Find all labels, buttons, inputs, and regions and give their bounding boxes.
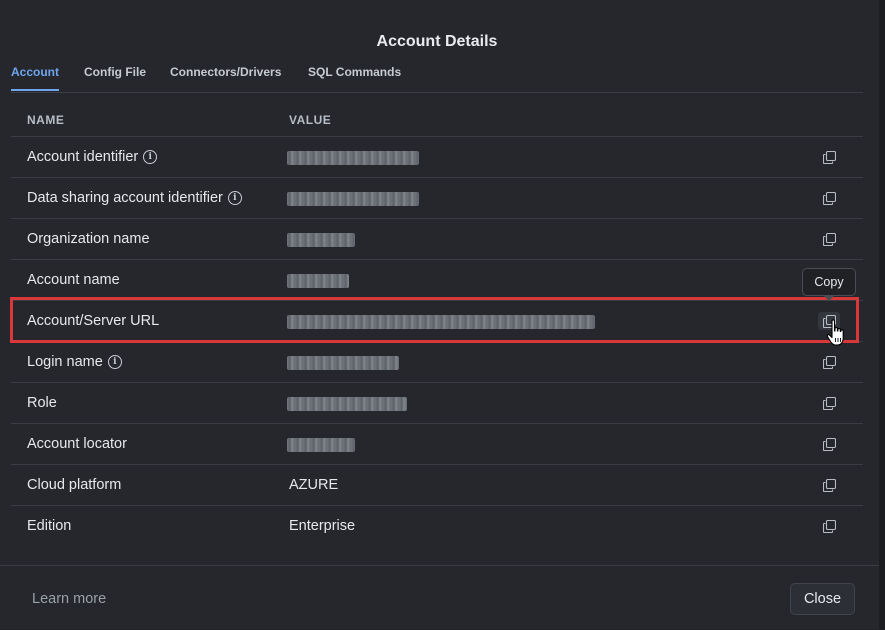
row-name-label: Account/Server URL [27,313,160,329]
copy-icon [822,437,836,451]
row-name-cell: Account locator [27,436,127,452]
table-body: Account identifier i Data sharing account … [11,137,863,546]
row-name-label: Account locator [27,436,127,452]
info-icon[interactable]: i [227,191,242,205]
copy-button[interactable] [818,394,840,412]
copy-button[interactable] [818,189,840,207]
redacted-value [287,192,419,206]
table-row: Account locator [11,424,863,465]
table-row: Edition Enterprise [11,506,863,546]
dialog-footer: Learn more Close [0,565,879,630]
copy-icon [822,478,836,492]
redacted-value [287,315,595,329]
account-details-table: NAME VALUE Account identifier i Data shari… [11,108,863,546]
redacted-value [287,151,419,165]
copy-button[interactable] [818,435,840,453]
table-row: Role [11,383,863,424]
row-name-cell: Data sharing account identifier i [27,190,242,206]
copy-button[interactable] [818,148,840,166]
row-value-cell: Enterprise [289,518,356,534]
row-name-cell: Cloud platform [27,477,121,493]
tab-account[interactable]: Account [11,65,59,91]
copy-button[interactable] [818,353,840,371]
table-row: Data sharing account identifier i [11,178,863,219]
copy-button[interactable] [818,517,840,535]
row-name-label: Account identifier [27,149,139,165]
table-header: NAME VALUE [11,108,863,137]
row-name-cell: Account identifier i [27,149,158,165]
copy-icon [822,396,836,410]
table-row: Account/Server URL [11,301,863,342]
row-name-label: Cloud platform [27,477,122,493]
tab-connectors-drivers[interactable]: Connectors/Drivers [170,65,281,89]
row-value-cell: AZURE [289,477,339,493]
account-details-dialog: Account Details Account Config File Conn… [0,0,879,629]
tab-config-file[interactable]: Config File [84,65,146,89]
close-button[interactable]: Close [790,583,855,615]
column-header-name: NAME [27,113,65,127]
table-row: Account name [11,260,863,301]
copy-icon [822,232,836,246]
row-name-cell: Login name i [27,354,122,370]
tab-bar: Account Config File Connectors/Drivers S… [11,63,863,93]
redacted-value [287,356,399,370]
row-name-cell: Role [27,395,57,411]
dialog-title: Account Details [376,33,498,50]
redacted-value [287,233,355,247]
row-name-label: Login name [27,354,103,370]
table-row: Organization name [11,219,863,260]
copy-icon [822,150,836,164]
table-row: Account identifier i [11,137,863,178]
row-name-cell: Account name [27,272,120,288]
copy-tooltip: Copy [802,268,856,296]
redacted-value [287,274,349,288]
row-name-cell: Edition [27,518,71,534]
row-name-label: Role [27,395,57,411]
table-row: Cloud platform AZURE [11,465,863,506]
redacted-value [287,438,355,452]
scrollbar-track [879,0,885,629]
copy-icon [822,519,836,533]
tab-sql-commands[interactable]: SQL Commands [308,65,401,89]
copy-icon [822,355,836,369]
row-name-label: Data sharing account identifier [27,190,223,206]
copy-button[interactable] [818,230,840,248]
hand-pointer-cursor-icon [826,319,844,346]
row-name-label: Organization name [27,231,150,247]
info-icon[interactable]: i [107,355,122,369]
learn-more-link[interactable]: Learn more [32,591,106,607]
row-name-label: Edition [27,518,72,534]
info-icon[interactable]: i [143,150,158,164]
table-row: Login name i [11,342,863,383]
row-name-cell: Organization name [27,231,150,247]
row-name-cell: Account/Server URL [27,313,159,329]
redacted-value [287,397,407,411]
copy-icon [822,191,836,205]
tooltip-arrow [823,295,835,301]
row-name-label: Account name [27,272,120,288]
copy-button[interactable] [818,476,840,494]
column-header-value: VALUE [289,113,332,127]
